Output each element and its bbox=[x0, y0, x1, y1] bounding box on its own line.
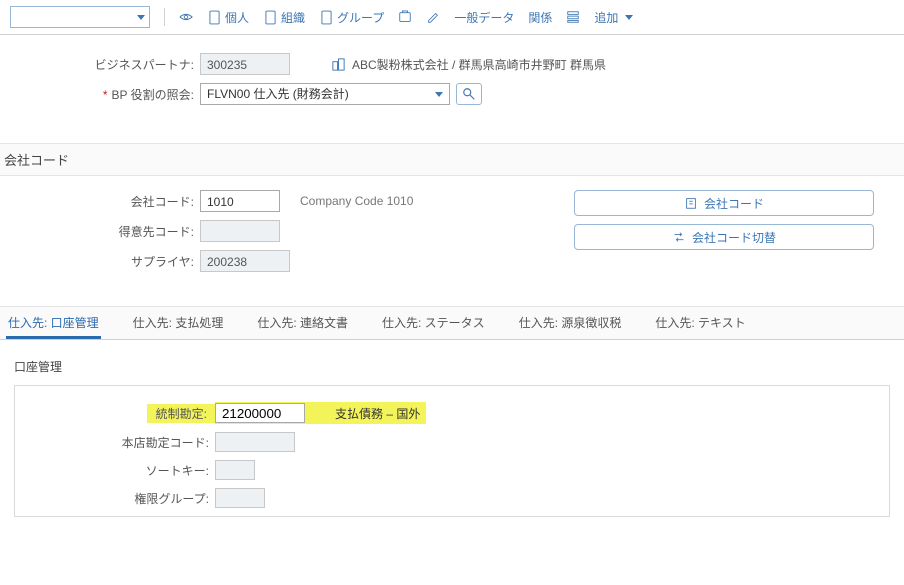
company-icon bbox=[330, 56, 346, 72]
company-code-desc: Company Code 1010 bbox=[300, 194, 413, 208]
tab-account[interactable]: 仕入先: 口座管理 bbox=[6, 306, 101, 339]
tab-status[interactable]: 仕入先: ステータス bbox=[380, 306, 487, 339]
tab-withholding[interactable]: 仕入先: 源泉徴収税 bbox=[517, 306, 624, 339]
group-button[interactable]: グループ bbox=[319, 9, 384, 26]
switch-icon bbox=[672, 230, 686, 244]
page-icon bbox=[207, 9, 221, 25]
person-button[interactable]: 個人 bbox=[207, 9, 249, 26]
list-icon bbox=[566, 9, 580, 25]
account-mgmt-box: 統制勘定: 支払債務 – 国外 本店勘定コード: ソートキー: 権限グループ: bbox=[14, 385, 890, 517]
tab-payment[interactable]: 仕入先: 支払処理 bbox=[131, 306, 226, 339]
sort-key-input bbox=[215, 460, 255, 480]
company-code-button-label: 会社コード bbox=[704, 195, 764, 212]
role-combo[interactable]: FLVN00 仕入先 (財務会計) bbox=[200, 83, 450, 105]
separator bbox=[164, 8, 165, 26]
company-code-input[interactable]: 1010 bbox=[200, 190, 280, 212]
role-value: FLVN00 仕入先 (財務会計) bbox=[207, 83, 349, 105]
recon-label: 統制勘定: bbox=[151, 405, 211, 422]
head-office-label: 本店勘定コード: bbox=[25, 434, 215, 451]
supplier-value: 200238 bbox=[200, 250, 290, 272]
page-icon bbox=[263, 9, 277, 25]
eye-icon-button[interactable] bbox=[179, 9, 193, 25]
bp-label: ビジネスパートナ: bbox=[10, 56, 200, 73]
detail-area: 口座管理 統制勘定: 支払債務 – 国外 本店勘定コード: ソートキー: 権限グ… bbox=[0, 340, 904, 535]
account-mgmt-title: 口座管理 bbox=[14, 358, 890, 375]
toolbar-dropdown[interactable] bbox=[10, 6, 150, 28]
company-code-label: 会社コード: bbox=[10, 193, 200, 210]
eye-icon bbox=[179, 9, 193, 25]
recon-desc: 支払債務 – 国外 bbox=[335, 405, 420, 422]
search-icon bbox=[462, 87, 476, 101]
list-icon-button[interactable] bbox=[566, 9, 580, 25]
customer-code-input bbox=[200, 220, 280, 242]
company-code-switch-button[interactable]: 会社コード切替 bbox=[574, 224, 874, 250]
org-label: 組織 bbox=[281, 9, 305, 26]
company-code-switch-label: 会社コード切替 bbox=[692, 229, 776, 246]
building-icon bbox=[684, 196, 698, 210]
open-icon-button[interactable] bbox=[398, 9, 412, 25]
main-toolbar: 個人 組織 グループ 一般データ 関係 追加 bbox=[0, 0, 904, 35]
supplier-label: サプライヤ: bbox=[10, 253, 200, 270]
sort-key-label: ソートキー: bbox=[25, 462, 215, 479]
role-label: BP 役割の照会: bbox=[10, 86, 200, 103]
person-label: 個人 bbox=[225, 9, 249, 26]
chevron-down-icon bbox=[435, 92, 443, 97]
general-data-label: 一般データ bbox=[454, 9, 514, 26]
company-code-button[interactable]: 会社コード bbox=[574, 190, 874, 216]
auth-group-label: 権限グループ: bbox=[25, 490, 215, 507]
general-data-button[interactable]: 一般データ bbox=[454, 9, 514, 26]
relation-button[interactable]: 関係 bbox=[528, 9, 552, 26]
add-button[interactable]: 追加 bbox=[594, 9, 633, 26]
breadcrumb: ABC製粉株式会社 / 群馬県高崎市井野町 群馬県 bbox=[352, 56, 606, 73]
page-icon bbox=[319, 9, 333, 25]
relation-label: 関係 bbox=[528, 9, 552, 26]
search-button[interactable] bbox=[456, 83, 482, 105]
chevron-down-icon bbox=[625, 15, 633, 20]
tab-bar: 仕入先: 口座管理 仕入先: 支払処理 仕入先: 連絡文書 仕入先: ステータス… bbox=[0, 306, 904, 340]
head-office-input bbox=[215, 432, 295, 452]
edit-icon-button[interactable] bbox=[426, 9, 440, 25]
edit-icon bbox=[426, 9, 440, 25]
customer-code-label: 得意先コード: bbox=[10, 223, 200, 240]
tab-correspondence[interactable]: 仕入先: 連絡文書 bbox=[255, 306, 350, 339]
chevron-down-icon bbox=[137, 15, 145, 20]
group-label: グループ bbox=[337, 9, 384, 26]
org-button[interactable]: 組織 bbox=[263, 9, 305, 26]
auth-group-input bbox=[215, 488, 265, 508]
tab-text[interactable]: 仕入先: テキスト bbox=[653, 306, 747, 339]
recon-account-input[interactable] bbox=[215, 403, 305, 423]
add-label: 追加 bbox=[594, 9, 618, 26]
header-area: ビジネスパートナ: 300235 ABC製粉株式会社 / 群馬県高崎市井野町 群… bbox=[0, 35, 904, 143]
company-code-section: 会社コード: 1010 Company Code 1010 得意先コード: サプ… bbox=[0, 176, 904, 306]
open-icon bbox=[398, 9, 412, 25]
bp-value: 300235 bbox=[200, 53, 290, 75]
company-code-section-title: 会社コード bbox=[0, 143, 904, 176]
